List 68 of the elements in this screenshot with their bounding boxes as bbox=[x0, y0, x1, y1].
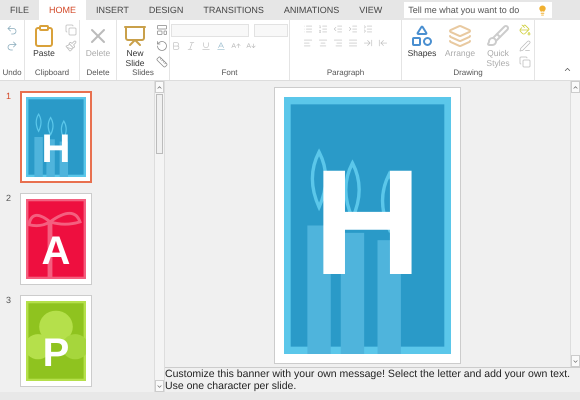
scroll-thumb[interactable] bbox=[156, 94, 163, 154]
slide-number: 2 bbox=[6, 193, 12, 205]
slide-letter: A bbox=[42, 231, 70, 271]
align-left-icon[interactable] bbox=[303, 38, 313, 48]
scroll-up-icon[interactable] bbox=[572, 84, 579, 90]
slide-number: 3 bbox=[6, 295, 12, 307]
group-label: Paragraph bbox=[326, 68, 366, 79]
ribbon-tab[interactable]: FILE bbox=[0, 0, 40, 20]
scrollbar[interactable] bbox=[570, 81, 580, 367]
ribbon-tab[interactable]: DESIGN bbox=[138, 0, 194, 20]
copy-icon[interactable] bbox=[65, 24, 77, 36]
ribbon-tab[interactable]: INSERT bbox=[86, 0, 139, 20]
font-color-icon[interactable] bbox=[216, 41, 226, 51]
font-field[interactable] bbox=[171, 24, 249, 37]
grow-font-icon[interactable] bbox=[231, 41, 241, 51]
ribbon-button[interactable]: New Slide bbox=[118, 24, 152, 68]
bold-icon[interactable] bbox=[171, 41, 181, 51]
layers-icon bbox=[448, 24, 472, 48]
effects-icon[interactable] bbox=[519, 56, 531, 68]
lightbulb-icon bbox=[537, 4, 548, 16]
spacing-icon[interactable] bbox=[363, 24, 373, 34]
slide-letter: P bbox=[42, 333, 70, 373]
group-label: Font bbox=[220, 68, 238, 79]
shrink-font-icon[interactable] bbox=[246, 41, 256, 51]
new-slide-icon bbox=[123, 24, 147, 48]
undo-icon[interactable] bbox=[6, 24, 18, 36]
fill-icon[interactable] bbox=[519, 24, 531, 36]
scroll-up-icon[interactable] bbox=[156, 84, 163, 90]
numbering-icon[interactable] bbox=[318, 24, 328, 34]
size-field[interactable] bbox=[254, 24, 288, 37]
italic-icon[interactable] bbox=[186, 41, 196, 51]
search-field[interactable]: Tell me what you want to do bbox=[404, 2, 552, 18]
collapse-icon[interactable] bbox=[563, 65, 572, 74]
group-label: Drawing bbox=[452, 68, 484, 79]
align-right-icon[interactable] bbox=[333, 38, 343, 48]
justify-icon[interactable] bbox=[348, 38, 358, 48]
ribbon-tab[interactable]: TRANSITIONS bbox=[193, 0, 274, 20]
underline-icon[interactable] bbox=[201, 41, 211, 51]
ltr-icon[interactable] bbox=[363, 38, 373, 48]
ribbon-tab[interactable]: VIEW bbox=[349, 0, 392, 20]
align-center-icon[interactable] bbox=[318, 38, 328, 48]
ribbon-tab[interactable]: HOME bbox=[39, 0, 86, 20]
group-label: Clipboard bbox=[34, 68, 70, 79]
bullets-icon[interactable] bbox=[303, 24, 313, 34]
ribbon-button[interactable]: Paste bbox=[27, 24, 61, 58]
slide-thumbnail[interactable]: A bbox=[20, 193, 92, 285]
slide-letter: H bbox=[42, 129, 70, 169]
brush-icon[interactable] bbox=[65, 40, 77, 52]
scroll-down-icon[interactable] bbox=[572, 358, 579, 364]
slide-number: 1 bbox=[6, 91, 12, 103]
outdent-icon[interactable] bbox=[333, 24, 343, 34]
rtl-icon[interactable] bbox=[378, 38, 388, 48]
ribbon-tab[interactable]: ANIMATIONS bbox=[274, 0, 350, 20]
layout-icon[interactable] bbox=[156, 24, 168, 36]
brush-icon bbox=[486, 24, 510, 48]
group-label: Slides bbox=[131, 68, 155, 79]
indent-icon[interactable] bbox=[348, 24, 358, 34]
ribbon-button[interactable]: Shapes bbox=[405, 24, 439, 58]
outline-icon[interactable] bbox=[519, 40, 531, 52]
scroll-down-icon[interactable] bbox=[156, 382, 163, 390]
scrollbar[interactable] bbox=[154, 81, 164, 392]
group-label: Undo bbox=[1, 68, 23, 79]
redo-icon[interactable] bbox=[6, 40, 18, 52]
group-label: Delete bbox=[85, 68, 111, 79]
clipboard-icon bbox=[32, 24, 56, 48]
slide-letter: H bbox=[313, 147, 422, 298]
shapes-icon bbox=[410, 24, 434, 48]
reset-icon[interactable] bbox=[156, 40, 168, 52]
